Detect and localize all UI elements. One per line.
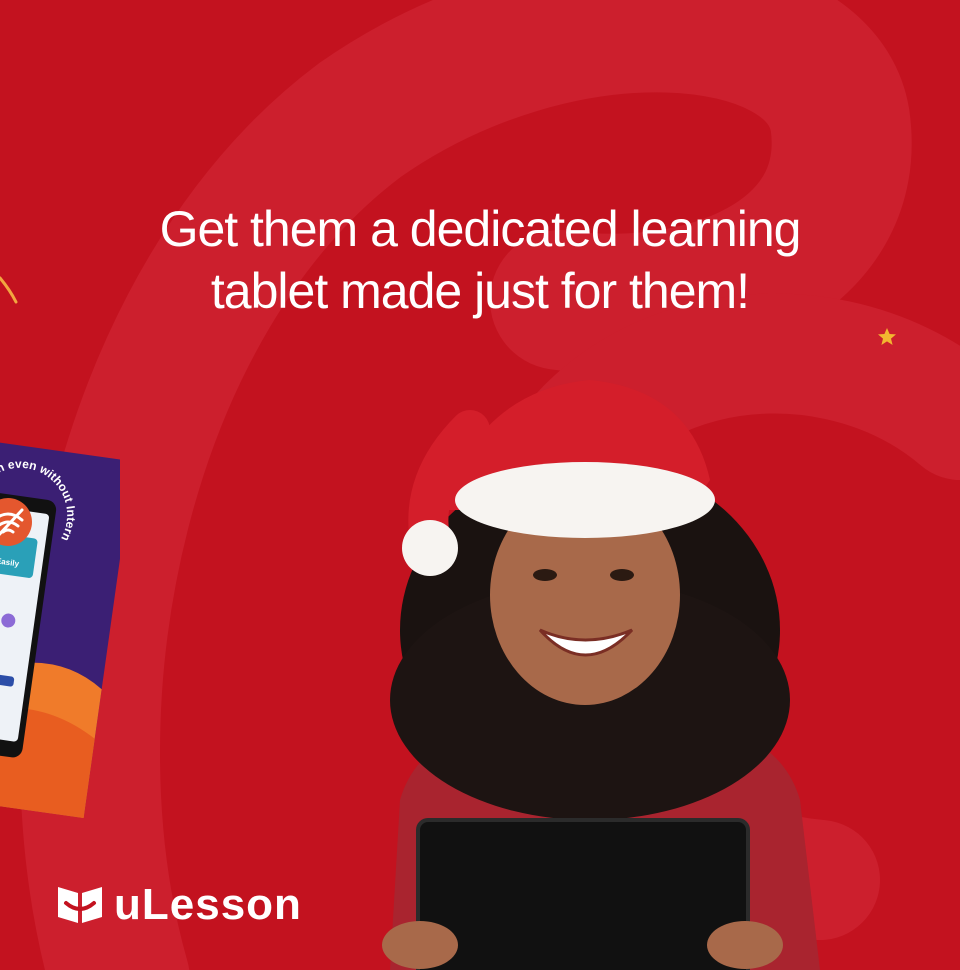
ulesson-logo-icon: [58, 887, 102, 923]
headline-line-1: Get them a dedicated learning: [159, 201, 802, 257]
girl-with-tablet-photo: [382, 380, 820, 970]
ulesson-logo: uLesson: [56, 880, 302, 930]
promo-banner: Get them a dedicated learning tablet mad…: [0, 0, 960, 970]
headline-line-2: tablet made just for them!: [210, 263, 750, 319]
star-icon: [878, 328, 896, 345]
headline: Get them a dedicated learning tablet mad…: [80, 198, 880, 322]
confetti-decoration: [0, 276, 18, 304]
brand-name: uLesson: [114, 880, 302, 929]
product-box: and stand Easily Learn even without Inte…: [0, 430, 120, 818]
